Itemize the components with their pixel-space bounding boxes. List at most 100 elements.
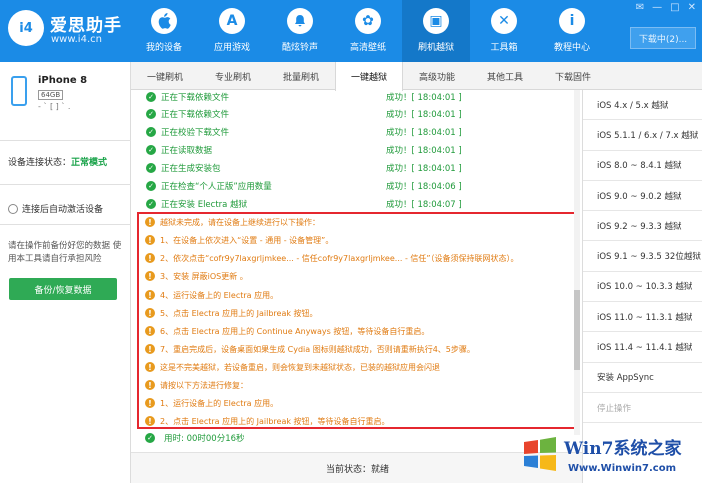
divider: [0, 140, 131, 141]
warning-icon: !: [145, 235, 155, 245]
log-success-row: ✓ 正在下载依赖文件 成功！[ 18:04:01 ]: [146, 91, 576, 103]
mail-icon[interactable]: ✉: [636, 2, 644, 13]
tab-bar: 一键刷机 专业刷机 批量刷机 一键越狱 高级功能 其他工具 下载固件: [131, 62, 702, 91]
log-success-row: ✓ 正在生成安装包 成功！[ 18:04:01 ]: [146, 162, 576, 174]
connection-status-value: 正常模式: [71, 158, 108, 168]
warning-icon: !: [145, 398, 155, 408]
watermark-url: Www.Winwin7.com: [568, 463, 677, 474]
warning-icon: !: [145, 271, 155, 281]
connection-status: 设备连接状态：正常模式: [8, 155, 107, 168]
check-icon: ✓: [146, 127, 156, 137]
log-warning-row: ! 2、点击 Electra 应用上的 Jailbreak 按钮，等待设备自行重启…: [145, 415, 390, 427]
tab-download-firmware[interactable]: 下载固件: [539, 62, 607, 90]
ios-option-9-1-32bit[interactable]: iOS 9.1 ~ 9.3.5 32位越狱: [583, 241, 702, 272]
log-warning-row: ! 这是不完美越狱，若设备重启，则会恢复到未越狱状态，已装的越狱应用会闪退: [145, 361, 440, 373]
auto-activate-label: 连接后自动激活设备: [22, 205, 104, 215]
log-warning-row: ! 1、在设备上依次进入“设置 - 通用 - 设备管理”。: [145, 234, 333, 246]
minimize-icon[interactable]: —: [652, 2, 662, 13]
nav-flash-jailbreak[interactable]: ▣ 刷机越狱: [402, 0, 470, 62]
app-logo: i4: [8, 10, 44, 46]
log-success-row: ✓ 正在校验下载文件 成功！[ 18:04:01 ]: [146, 126, 576, 138]
log-scrollbar-thumb[interactable]: [574, 290, 580, 370]
device-capacity-badge: 64GB: [38, 90, 64, 100]
check-icon: ✓: [146, 163, 156, 173]
window-controls: ✉ — □ ✕: [636, 2, 696, 13]
top-bar: i4 爱思助手 www.i4.cn 我的设备 A 应用游戏 酷炫铃声 ✿ 高清壁…: [0, 0, 702, 62]
log-success-row: ✓ 正在安装 Electra 越狱 成功！[ 18:04:07 ]: [146, 198, 576, 210]
device-extra-info: - ` [ ] ` .: [38, 102, 71, 111]
backup-warning: 请在操作前备份好您的数据 使用本工具请自行承担风险: [8, 241, 122, 264]
nav-toolbox[interactable]: ✕ 工具箱: [470, 0, 538, 62]
check-icon: ✓: [145, 433, 155, 443]
windows-logo-icon: [524, 437, 556, 471]
maximize-icon[interactable]: □: [670, 2, 679, 13]
flower-icon: ✿: [355, 8, 381, 34]
check-icon: ✓: [146, 109, 156, 119]
appstore-icon: A: [219, 8, 245, 34]
nav-ringtones[interactable]: 酷炫铃声: [266, 0, 334, 62]
download-queue-button[interactable]: 下载中(2)...: [630, 27, 696, 49]
log-warning-row: ! 3、安装 屏蔽iOS更新 。: [145, 270, 248, 282]
divider: [0, 184, 131, 185]
app-name: 爱思助手: [50, 16, 122, 36]
auto-activate-radio[interactable]: [8, 203, 18, 214]
warning-icon: !: [145, 326, 155, 336]
log-warning-row: ! 1、运行设备上的 Electra 应用。: [145, 397, 278, 409]
current-status: 当前状态：就绪: [326, 465, 390, 475]
check-icon: ✓: [146, 92, 156, 102]
log-scrollbar[interactable]: [574, 90, 580, 435]
install-appsync-button[interactable]: 安装 AppSync: [583, 363, 702, 393]
device-panel: iPhone 8 64GB - ` [ ] ` . 设备连接状态：正常模式 连接…: [0, 62, 131, 483]
ios-option-10[interactable]: iOS 10.0 ~ 10.3.3 越狱: [583, 272, 702, 303]
check-icon: ✓: [146, 145, 156, 155]
log-warning-row: ! 5、点击 Electra 应用上的 Jailbreak 按钮。: [145, 307, 318, 319]
tab-other-tools[interactable]: 其他工具: [471, 62, 539, 90]
tab-advanced[interactable]: 高级功能: [403, 62, 471, 90]
tab-pro-flash[interactable]: 专业刷机: [199, 62, 267, 90]
ios-option-9-2[interactable]: iOS 9.2 ~ 9.3.3 越狱: [583, 211, 702, 242]
apple-icon: [151, 8, 177, 34]
status-bar: 当前状态：就绪: [131, 452, 582, 483]
divider: [0, 224, 131, 225]
log-warning-row: ! 越狱未完成，请在设备上继续进行以下操作：: [145, 216, 320, 228]
nav-tutorials[interactable]: i 教程中心: [538, 0, 606, 62]
log-warning-row: ! 请按以下方法进行修复：: [145, 379, 248, 391]
device-name: iPhone 8: [38, 75, 88, 86]
tab-one-click-flash[interactable]: 一键刷机: [131, 62, 199, 90]
phone-icon: [11, 76, 27, 106]
log-warning-row: ! 6、点击 Electra 应用上的 Continue Anyways 按钮，等…: [145, 325, 429, 337]
tab-batch-flash[interactable]: 批量刷机: [267, 62, 335, 90]
stop-operation-button[interactable]: 停止操作: [583, 393, 702, 424]
warning-icon: !: [145, 308, 155, 318]
ios-option-11-4[interactable]: iOS 11.4 ~ 11.4.1 越狱: [583, 332, 702, 363]
auto-activate-option[interactable]: 连接后自动激活设备: [8, 202, 103, 215]
ios-option-4-5[interactable]: iOS 4.x / 5.x 越狱: [583, 90, 702, 121]
log-warning-row: ! 4、运行设备上的 Electra 应用。: [145, 289, 278, 301]
check-icon: ✓: [146, 199, 156, 209]
wrench-icon: ✕: [491, 8, 517, 34]
ios-option-8[interactable]: iOS 8.0 ~ 8.4.1 越狱: [583, 151, 702, 181]
log-warning-row: ! 2、依次点击“cofr9y7laxgrljmkee... - 信任cofr9y…: [145, 252, 519, 264]
log-warning-row: ! 7、重启完成后，设备桌面如果生成 Cydia 图标则越狱成功，否则请重新执行4…: [145, 343, 475, 355]
nav-wallpapers[interactable]: ✿ 高清壁纸: [334, 0, 402, 62]
warning-icon: !: [145, 290, 155, 300]
close-icon[interactable]: ✕: [688, 2, 696, 13]
warning-icon: !: [145, 416, 155, 426]
ios-option-9-0[interactable]: iOS 9.0 ~ 9.0.2 越狱: [583, 181, 702, 212]
watermark-name: Win7系统之家: [564, 439, 682, 459]
app-url: www.i4.cn: [51, 34, 102, 45]
nav-apps-games[interactable]: A 应用游戏: [198, 0, 266, 62]
warning-icon: !: [145, 217, 155, 227]
elapsed-time: ✓ 用时: 00时00分16秒: [145, 432, 245, 444]
log-success-row: ✓ 正在检查“个人正版”应用数量 成功！[ 18:04:06 ]: [146, 180, 576, 192]
backup-restore-button[interactable]: 备份/恢复数据: [9, 278, 117, 300]
nav-my-device[interactable]: 我的设备: [130, 0, 198, 62]
tab-one-click-jailbreak[interactable]: 一键越狱: [335, 62, 403, 91]
ios-option-11-0[interactable]: iOS 11.0 ~ 11.3.1 越狱: [583, 302, 702, 333]
log-success-row: ✓ 正在下载依赖文件 成功！[ 18:04:01 ]: [146, 108, 576, 120]
box-icon: ▣: [423, 8, 449, 34]
log-success-row: ✓ 正在读取数据 成功！[ 18:04:01 ]: [146, 144, 576, 156]
warning-icon: !: [145, 380, 155, 390]
bell-icon: [287, 8, 313, 34]
ios-option-5-7[interactable]: iOS 5.1.1 / 6.x / 7.x 越狱: [583, 120, 702, 151]
